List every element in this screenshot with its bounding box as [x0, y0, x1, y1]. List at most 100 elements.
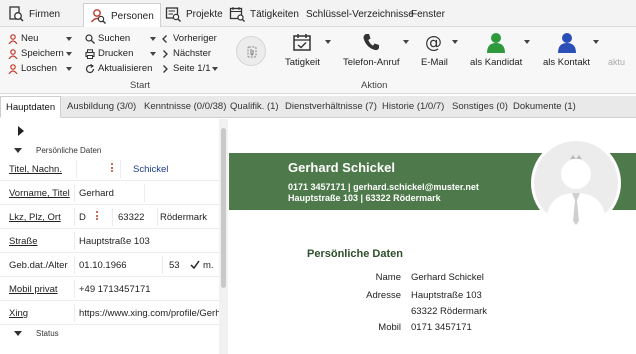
previous-label: Vorheriger [173, 33, 217, 44]
firstname-input[interactable]: Gerhard [79, 188, 114, 199]
save-icon [8, 48, 18, 59]
section-persoenliche-daten[interactable]: Persönliche Daten [0, 144, 219, 156]
birthdate-input[interactable]: 01.10.1966 [79, 260, 127, 271]
activity-dropdown-caret[interactable] [325, 40, 331, 44]
email-dropdown-caret[interactable] [452, 40, 458, 44]
xing-input[interactable]: https://www.xing.com/profile/Gerha [79, 308, 219, 319]
previous-button[interactable]: Vorheriger [160, 32, 217, 45]
vorname-label[interactable]: Vorname, Titel [9, 188, 70, 199]
menu-label: Firmen [29, 8, 61, 20]
tab-sonstiges[interactable]: Sonstiges (0) [452, 96, 508, 118]
collapse-arrow-icon [14, 330, 22, 336]
new-dropdown-caret[interactable] [66, 37, 72, 41]
field-row-geburtsdatum: Geb.dat./Alter 01.10.1966 53 m. [0, 253, 219, 277]
menu-schluessel-verzeichnisse[interactable]: Schlüssel-Verzeichnisse [306, 4, 414, 24]
candidate-dropdown-caret[interactable] [524, 40, 530, 44]
tab-dokumente[interactable]: Dokumente (1) [513, 96, 576, 118]
activity-button[interactable]: Tatigkeit [285, 31, 320, 68]
save-dropdown-caret[interactable] [66, 52, 72, 56]
titel-menu-icon[interactable] [111, 163, 114, 174]
search-button[interactable]: Suchen [85, 32, 130, 45]
city-input[interactable]: Rödermark [160, 212, 207, 223]
calendar-icon [291, 31, 313, 53]
delete-icon [8, 63, 18, 74]
next-button[interactable]: Nächster [160, 47, 211, 60]
menu-taetigkeiten[interactable]: Tätigkeiten [229, 4, 299, 24]
section-status[interactable]: Status [0, 327, 219, 339]
page-label: Seite 1/1 [173, 63, 211, 74]
street-input[interactable]: Hauptstraße 103 [79, 236, 150, 247]
gender-value[interactable]: m. [203, 260, 214, 271]
new-label: Neu [21, 33, 39, 44]
tab-historie[interactable]: Historie (1/0/7) [382, 96, 444, 118]
section-label: Status [36, 328, 59, 338]
pd-label-name: Name [375, 272, 401, 283]
phone-call-button[interactable]: Telefon-Anruf [343, 31, 400, 68]
pd-label-mobil: Mobil [378, 322, 401, 333]
delete-dropdown-caret[interactable] [66, 67, 72, 71]
search-dropdown-caret[interactable] [150, 37, 156, 41]
xing-label[interactable]: Xing [9, 308, 28, 319]
print-button[interactable]: Drucken [85, 47, 133, 60]
tab-ausbildung[interactable]: Ausbildung (3/0) [67, 96, 136, 118]
pd-value-name: Gerhard Schickel [411, 272, 484, 283]
title2-input[interactable] [144, 184, 219, 202]
country-input[interactable]: D [79, 212, 86, 223]
lkz-label[interactable]: Lkz, Plz, Ort [9, 212, 61, 223]
page-dropdown-caret[interactable] [212, 67, 218, 71]
companies-icon [8, 6, 24, 22]
lkz-menu-icon[interactable] [96, 211, 99, 222]
titel-label[interactable]: Titel, Nachn. [9, 164, 62, 175]
phone-dropdown-caret[interactable] [403, 40, 409, 44]
pd-value-mobil: 0171 3457171 [411, 322, 472, 333]
print-dropdown-caret[interactable] [150, 52, 156, 56]
tab-kenntnisse[interactable]: Kenntnisse (0/0/38) [144, 96, 226, 118]
menu-projekte[interactable]: Projekte [165, 4, 223, 24]
menu-firmen[interactable]: Firmen [8, 4, 60, 24]
persons-icon [90, 8, 106, 24]
profile-contact-line: 0171 3457171 | gerhard.schickel@muster.n… [288, 182, 479, 192]
strasse-label[interactable]: Straße [9, 236, 38, 247]
left-scrollbar-thumb[interactable] [221, 128, 226, 288]
collapse-arrow-icon [14, 147, 22, 153]
menu-fenster[interactable]: Fenster [411, 4, 445, 24]
projects-icon [165, 6, 181, 22]
expand-arrow-icon[interactable] [18, 126, 24, 136]
title-input[interactable] [76, 160, 104, 178]
next-icon [160, 49, 170, 59]
person-placeholder-icon [546, 155, 606, 225]
refresh-button[interactable]: Aktualisieren [85, 62, 152, 75]
pd-value-city: 63322 Rödermark [411, 306, 488, 317]
tab-dienstverhaeltnisse[interactable]: Dienstverhältnisse (7) [285, 96, 377, 118]
mobil-label[interactable]: Mobil privat [9, 284, 58, 295]
contact-dropdown-caret[interactable] [593, 40, 599, 44]
contact-icon [556, 31, 578, 53]
phone-call-label: Telefon-Anruf [343, 57, 400, 68]
delete-button[interactable]: Loschen [8, 62, 57, 75]
ribbon: Neu Speichern Loschen Suchen Drucken Akt… [0, 27, 636, 94]
attach-icon [244, 44, 260, 60]
tab-qualifik[interactable]: Qualifik. (1) [230, 96, 279, 118]
age-value: 53 [169, 260, 180, 271]
lastname-input[interactable]: Schickel [133, 164, 168, 175]
email-label: E-Mail [421, 57, 448, 68]
as-contact-button[interactable]: als Kontakt [543, 31, 590, 68]
truncated-action-label[interactable]: aktu [608, 57, 625, 67]
save-button[interactable]: Speichern [8, 47, 64, 60]
profile-name: Gerhard Schickel [288, 160, 395, 175]
check-icon[interactable] [189, 259, 201, 271]
menu-personen[interactable]: Personen [83, 3, 161, 28]
tab-bar: Hauptdaten Ausbildung (3/0) Kenntnisse (… [0, 96, 636, 118]
ribbon-group-start: Start [130, 80, 151, 91]
tab-hauptdaten[interactable]: Hauptdaten [0, 96, 62, 118]
as-candidate-button[interactable]: als Kandidat [470, 31, 522, 68]
zip-input[interactable]: 63322 [118, 212, 144, 223]
email-button[interactable]: @ E-Mail [421, 31, 448, 68]
page-selector[interactable]: Seite 1/1 [160, 62, 211, 75]
page-icon [160, 64, 170, 74]
new-button[interactable]: Neu [8, 32, 38, 45]
candidate-icon [485, 31, 507, 53]
mobile-input[interactable]: +49 1713457171 [79, 284, 151, 295]
prev-icon [160, 34, 170, 44]
attach-button[interactable] [236, 36, 266, 66]
